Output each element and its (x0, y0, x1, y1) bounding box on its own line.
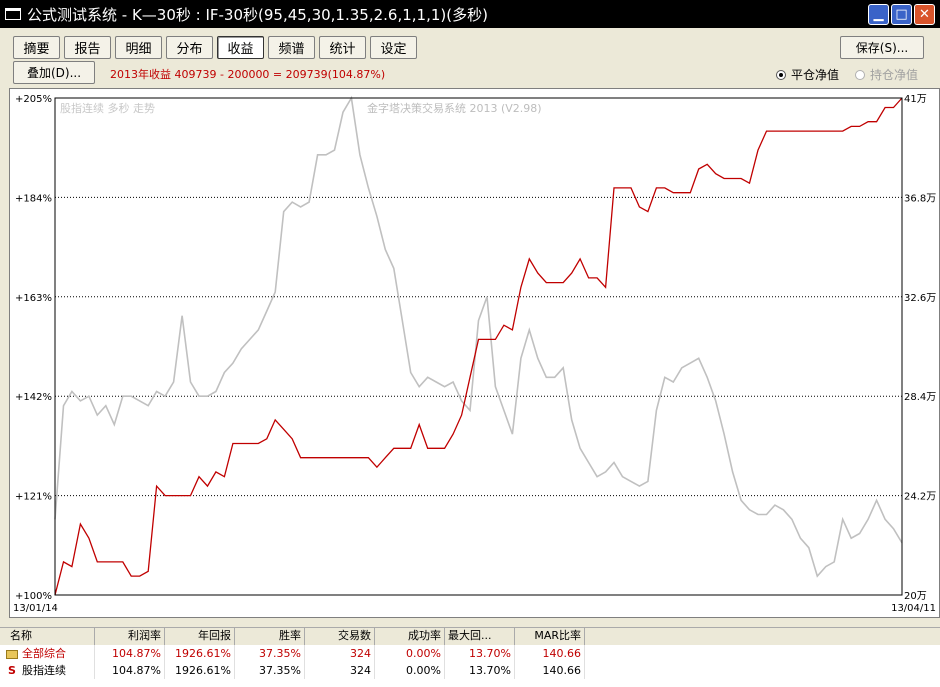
col-name[interactable]: 名称 (0, 628, 95, 645)
col-mar-ratio[interactable]: MAR比率 (515, 628, 585, 645)
annual-return-cell: 1926.61% (165, 645, 235, 662)
y-right-tick-label: 36.8万 (904, 193, 936, 204)
col-max-drawdown[interactable]: 最大回... (445, 628, 515, 645)
mar-ratio-cell: 140.66 (515, 662, 585, 679)
overlay-button[interactable]: 叠加(D)... (13, 61, 95, 84)
col-profit-rate[interactable]: 利润率 (95, 628, 165, 645)
success-rate-cell: 0.00% (375, 645, 445, 662)
tab-settings[interactable]: 设定 (370, 36, 417, 59)
y-right-tick-label: 28.4万 (904, 392, 936, 403)
y-left-tick-label: +100% (15, 591, 52, 602)
tab-report[interactable]: 报告 (64, 36, 111, 59)
y-left-tick-label: +163% (15, 293, 52, 304)
chart-watermark-center: 金字塔决策交易系统 2013 (V2.98) (367, 101, 542, 115)
trade-count-cell: 324 (305, 645, 375, 662)
col-win-rate[interactable]: 胜率 (235, 628, 305, 645)
row-name-cell: S 股指连续 (0, 662, 95, 679)
folder-icon (6, 649, 18, 659)
grid-empty-area (0, 679, 940, 687)
equity-chart: 股指连续 多秒 走势 金字塔决策交易系统 2013 (V2.98) +205% +… (9, 88, 940, 618)
max-drawdown-cell: 13.70% (445, 645, 515, 662)
radio-hold-label: 持仓净值 (870, 68, 919, 82)
maximize-button[interactable]: □ (891, 4, 912, 25)
tab-profit[interactable]: 收益 (217, 36, 264, 59)
y-left-tick-label: +184% (15, 193, 52, 204)
col-annual-return[interactable]: 年回报 (165, 628, 235, 645)
mar-ratio-cell: 140.66 (515, 645, 585, 662)
win-rate-cell: 37.35% (235, 662, 305, 679)
max-drawdown-cell: 13.70% (445, 662, 515, 679)
x-end-label: 13/04/11 (891, 603, 936, 614)
equity-chart-svg: 股指连续 多秒 走势 金字塔决策交易系统 2013 (V2.98) +205% +… (13, 94, 936, 614)
trade-count-cell: 324 (305, 662, 375, 679)
tab-summary[interactable]: 摘要 (13, 36, 60, 59)
col-trade-count[interactable]: 交易数 (305, 628, 375, 645)
tab-distribution[interactable]: 分布 (166, 36, 213, 59)
price-series-line (54, 95, 903, 578)
success-rate-cell: 0.00% (375, 662, 445, 679)
profit-rate-cell: 104.87% (95, 662, 165, 679)
radio-close-label: 平仓净值 (791, 68, 840, 82)
x-start-label: 13/01/14 (13, 603, 58, 614)
row-name-cell: 全部综合 (0, 645, 95, 662)
results-grid-header: 名称 利润率 年回报 胜率 交易数 成功率 最大回... MAR比率 (0, 627, 940, 645)
equity-series-line (54, 97, 903, 596)
y-right-tick-label: 24.2万 (904, 492, 936, 503)
stock-s-icon: S (8, 664, 16, 677)
tab-spectrum[interactable]: 频谱 (268, 36, 315, 59)
window-controls: ▁ □ ✕ (868, 4, 935, 25)
plot-frame (54, 97, 903, 596)
radio-unselected-icon (855, 69, 865, 80)
window-icon (5, 8, 21, 20)
radio-hold-equity: 持仓净值 (855, 66, 918, 83)
y-right-tick-label: 41万 (904, 94, 927, 105)
minimize-button[interactable]: ▁ (868, 4, 889, 25)
radio-close-equity[interactable]: 平仓净值 (776, 66, 839, 83)
table-row[interactable]: 全部综合 104.87% 1926.61% 37.35% 324 0.00% 1… (0, 645, 940, 662)
y-right-tick-label: 20万 (904, 591, 927, 602)
title-bar: 公式测试系统 - K—30秒 : IF-30秒(95,45,30,1.35,2.… (0, 0, 940, 28)
y-left-tick-label: +121% (15, 492, 52, 503)
win-rate-cell: 37.35% (235, 645, 305, 662)
window-title: 公式测试系统 - K—30秒 : IF-30秒(95,45,30,1.35,2.… (27, 5, 488, 24)
close-button[interactable]: ✕ (914, 4, 935, 25)
y-right-tick-label: 32.6万 (904, 293, 936, 304)
save-button[interactable]: 保存(S)... (840, 36, 924, 59)
y-left-tick-label: +142% (15, 392, 52, 403)
table-row[interactable]: S 股指连续 104.87% 1926.61% 37.35% 324 0.00% … (0, 662, 940, 679)
tab-detail[interactable]: 明细 (115, 36, 162, 59)
radio-selected-icon (776, 69, 786, 80)
chart-watermark-left: 股指连续 多秒 走势 (60, 101, 155, 115)
y-left-tick-label: +205% (15, 94, 52, 105)
annual-return-cell: 1926.61% (165, 662, 235, 679)
profit-summary: 2013年收益 409739 - 200000 = 209739(104.87%… (110, 68, 386, 81)
tab-statistics[interactable]: 统计 (319, 36, 366, 59)
tab-bar: 摘要 报告 明细 分布 收益 频谱 统计 设定 (13, 36, 417, 59)
col-success-rate[interactable]: 成功率 (375, 628, 445, 645)
profit-rate-cell: 104.87% (95, 645, 165, 662)
